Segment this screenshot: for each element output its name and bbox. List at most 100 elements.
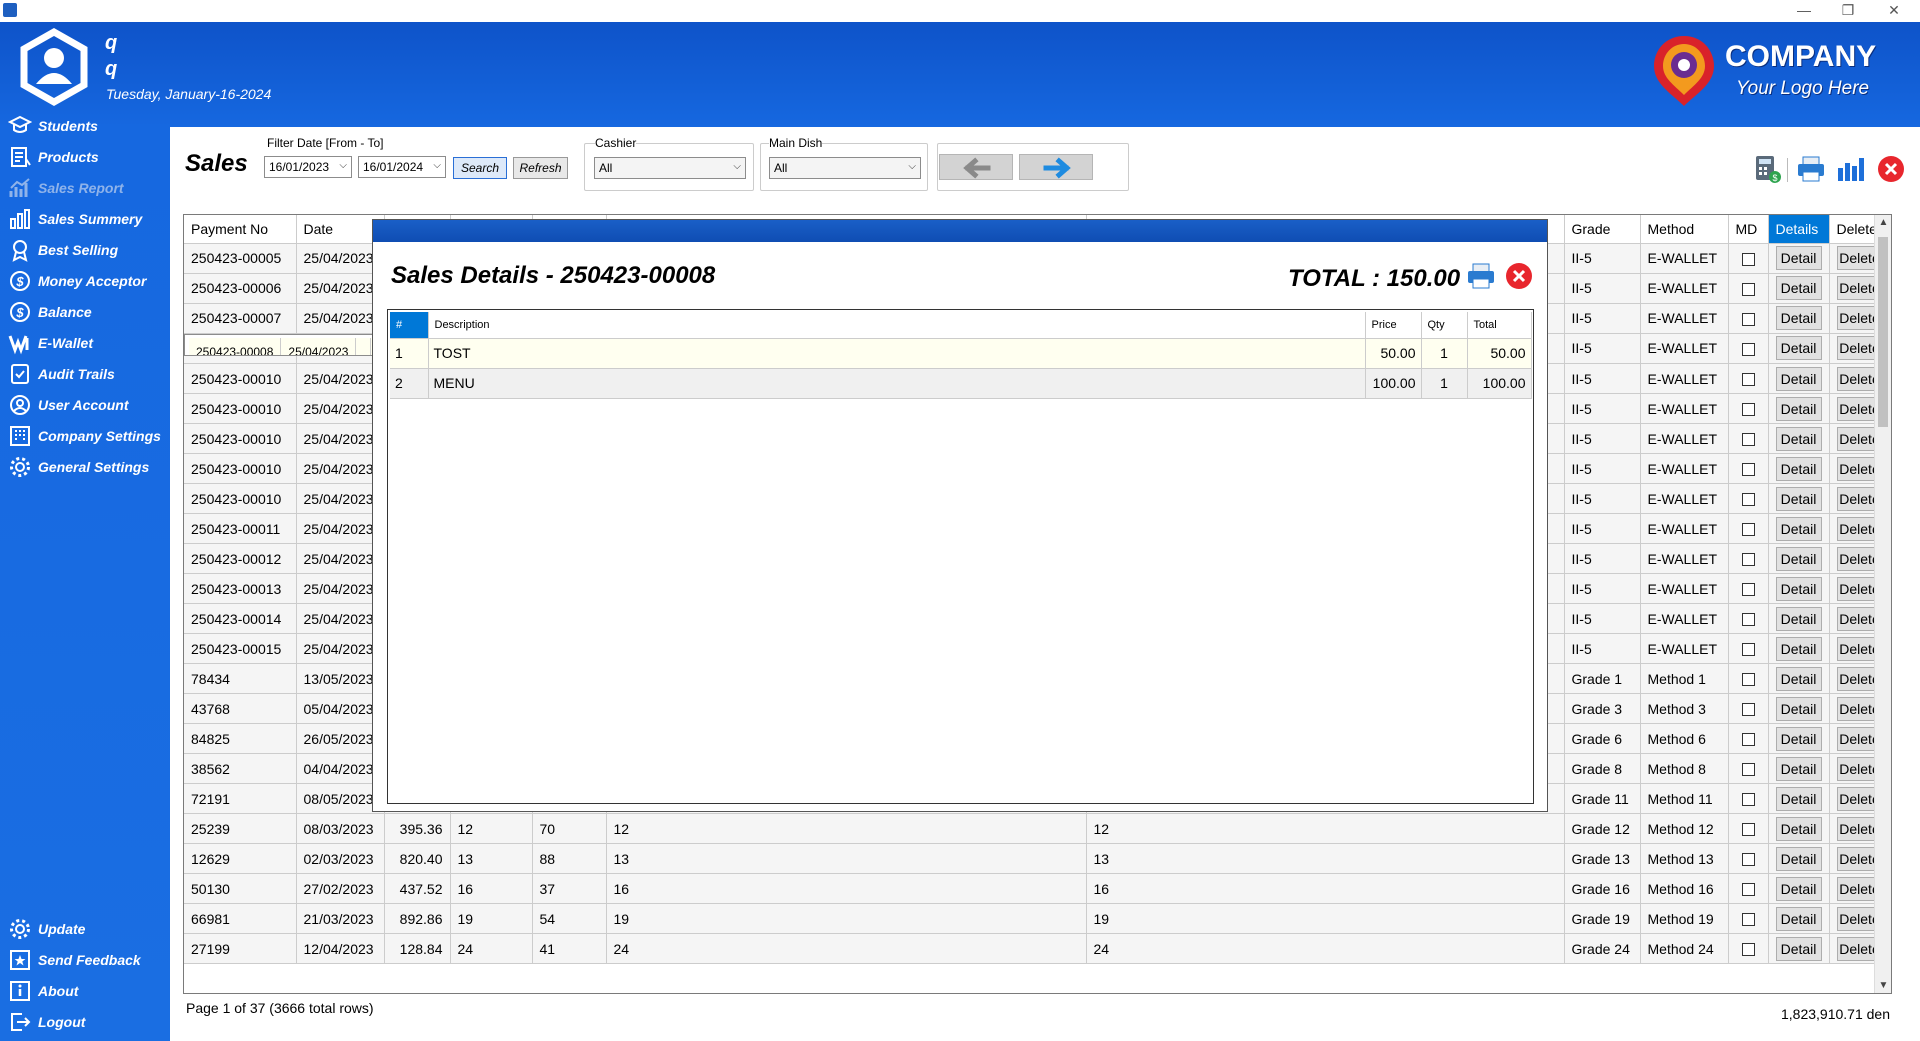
dialog-titlebar[interactable] bbox=[373, 220, 1547, 242]
md-checkbox[interactable] bbox=[1741, 913, 1755, 927]
detail-button[interactable]: Detail bbox=[1775, 366, 1822, 391]
md-checkbox[interactable] bbox=[1741, 853, 1755, 867]
sidebar-item-products[interactable]: Products bbox=[8, 144, 99, 170]
table-row[interactable]: 12629 02/03/2023 820.40 13 88 13 13 Grade 13 Met… bbox=[184, 843, 1891, 874]
table-row[interactable]: 27199 12/04/2023 128.84 24 41 24 24 Grade 24 Met… bbox=[184, 933, 1891, 964]
column-header[interactable]: Method bbox=[1640, 215, 1729, 244]
md-checkbox[interactable] bbox=[1741, 763, 1755, 777]
detail-button[interactable]: Detail bbox=[1775, 396, 1822, 421]
detail-button[interactable]: Detail bbox=[1775, 276, 1822, 300]
close-window-button[interactable]: ✕ bbox=[1872, 0, 1916, 22]
md-checkbox[interactable] bbox=[1741, 883, 1755, 897]
sidebar-item-general-settings[interactable]: General Settings bbox=[8, 454, 149, 480]
sidebar-item-user-account[interactable]: User Account bbox=[8, 392, 129, 418]
detail-column-header[interactable]: Total bbox=[1467, 312, 1532, 339]
detail-button[interactable]: Detail bbox=[1775, 696, 1822, 721]
print-icon[interactable] bbox=[1466, 262, 1496, 290]
vertical-scrollbar[interactable]: ▲ ▼ bbox=[1874, 215, 1891, 993]
next-page-button[interactable] bbox=[1019, 154, 1093, 180]
detail-button[interactable]: Detail bbox=[1775, 426, 1822, 451]
detail-button[interactable]: Detail bbox=[1775, 816, 1822, 841]
md-checkbox[interactable] bbox=[1741, 553, 1755, 567]
md-checkbox[interactable] bbox=[1741, 733, 1755, 747]
column-header[interactable]: Date bbox=[296, 215, 385, 244]
md-checkbox[interactable] bbox=[1741, 703, 1755, 717]
scrollbar-thumb[interactable] bbox=[1878, 237, 1888, 427]
md-checkbox[interactable] bbox=[1741, 943, 1755, 957]
calculator-icon[interactable]: $ bbox=[1752, 154, 1782, 184]
md-checkbox[interactable] bbox=[1741, 673, 1755, 687]
close-red-icon[interactable] bbox=[1876, 154, 1906, 184]
column-header[interactable]: MD bbox=[1728, 215, 1769, 244]
sidebar-item-sales-report[interactable]: Sales Report bbox=[8, 175, 124, 201]
sidebar-item-send-feedback[interactable]: Send Feedback bbox=[8, 947, 141, 973]
detail-button[interactable]: Detail bbox=[1775, 336, 1822, 361]
scroll-up-icon[interactable]: ▲ bbox=[1875, 217, 1891, 228]
date-from-picker[interactable]: 16/01/2023 ⌵ bbox=[264, 156, 352, 178]
detail-button[interactable]: Detail bbox=[1775, 936, 1822, 961]
detail-column-header[interactable]: Description bbox=[428, 312, 1366, 339]
detail-button[interactable]: Detail bbox=[1775, 906, 1822, 931]
restore-button[interactable]: ❐ bbox=[1826, 0, 1870, 22]
table-row[interactable]: 25239 08/03/2023 395.36 12 70 12 12 Grade 12 Met… bbox=[184, 813, 1891, 844]
sidebar-item-balance[interactable]: $ Balance bbox=[8, 299, 92, 325]
detail-button[interactable]: Detail bbox=[1775, 786, 1822, 811]
md-checkbox[interactable] bbox=[1741, 793, 1755, 807]
detail-column-header[interactable]: Price bbox=[1365, 312, 1422, 339]
sidebar-item-logout[interactable]: Logout bbox=[8, 1009, 85, 1035]
detail-button[interactable]: Detail bbox=[1775, 486, 1822, 511]
md-checkbox[interactable] bbox=[1741, 373, 1755, 387]
cashier-select[interactable]: All ⌵ bbox=[594, 157, 746, 179]
md-checkbox[interactable] bbox=[1741, 433, 1755, 447]
md-checkbox[interactable] bbox=[1741, 403, 1755, 417]
detail-column-header[interactable]: # bbox=[390, 312, 429, 339]
md-checkbox[interactable] bbox=[1741, 463, 1755, 477]
detail-button[interactable]: Detail bbox=[1775, 666, 1822, 691]
md-checkbox[interactable] bbox=[1741, 282, 1755, 296]
sidebar-item-audit-trails[interactable]: Audit Trails bbox=[8, 361, 115, 387]
md-checkbox[interactable] bbox=[1741, 583, 1755, 597]
detail-button[interactable]: Detail bbox=[1775, 516, 1822, 541]
sidebar-item-e-wallet[interactable]: E-Wallet bbox=[8, 330, 93, 356]
sidebar-item-about[interactable]: About bbox=[8, 978, 78, 1004]
detail-row[interactable]: 2 MENU 100.00 1 100.00 bbox=[390, 368, 1532, 399]
sidebar-item-students[interactable]: Students bbox=[8, 113, 98, 139]
detail-button[interactable]: Detail bbox=[1775, 456, 1822, 481]
detail-row[interactable]: 1 TOST 50.00 1 50.00 bbox=[390, 338, 1532, 369]
md-checkbox[interactable] bbox=[1741, 643, 1755, 657]
table-row[interactable]: 50130 27/02/2023 437.52 16 37 16 16 Grade 16 Met… bbox=[184, 873, 1891, 904]
md-checkbox[interactable] bbox=[1741, 523, 1755, 537]
sidebar-item-company-settings[interactable]: Company Settings bbox=[8, 423, 161, 449]
md-checkbox[interactable] bbox=[1741, 312, 1755, 326]
md-checkbox[interactable] bbox=[1741, 823, 1755, 837]
detail-button[interactable]: Detail bbox=[1775, 726, 1822, 751]
scroll-down-icon[interactable]: ▼ bbox=[1875, 980, 1891, 991]
previous-page-button[interactable] bbox=[939, 154, 1013, 180]
sidebar-item-sales-summery[interactable]: Sales Summery bbox=[8, 206, 142, 232]
sidebar-item-update[interactable]: Update bbox=[8, 916, 85, 942]
detail-button[interactable]: Detail bbox=[1775, 246, 1822, 270]
sidebar-item-best-selling[interactable]: Best Selling bbox=[8, 237, 118, 263]
chart-icon[interactable] bbox=[1835, 154, 1865, 184]
detail-button[interactable]: Detail bbox=[1775, 306, 1822, 330]
detail-button[interactable]: Detail bbox=[1775, 756, 1822, 781]
detail-button[interactable]: Detail bbox=[1775, 846, 1822, 871]
md-checkbox[interactable] bbox=[1741, 252, 1755, 266]
search-button[interactable]: Search bbox=[453, 157, 507, 179]
detail-button[interactable]: Detail bbox=[1775, 606, 1822, 631]
table-row[interactable]: 66981 21/03/2023 892.86 19 54 19 19 Grade 19 Met… bbox=[184, 903, 1891, 934]
md-checkbox[interactable] bbox=[1741, 493, 1755, 507]
refresh-button[interactable]: Refresh bbox=[513, 157, 568, 179]
sidebar-item-money-acceptor[interactable]: $ Money Acceptor bbox=[8, 268, 146, 294]
minimize-button[interactable]: — bbox=[1782, 0, 1826, 22]
print-icon[interactable] bbox=[1796, 154, 1826, 184]
column-header[interactable]: Payment No bbox=[184, 215, 297, 244]
detail-button[interactable]: Detail bbox=[1775, 876, 1822, 901]
column-header[interactable]: Details bbox=[1768, 215, 1830, 244]
detail-button[interactable]: Detail bbox=[1775, 636, 1822, 661]
md-checkbox[interactable] bbox=[1741, 343, 1755, 357]
detail-button[interactable]: Detail bbox=[1775, 576, 1822, 601]
md-checkbox[interactable] bbox=[1741, 613, 1755, 627]
detail-column-header[interactable]: Qty bbox=[1421, 312, 1468, 339]
close-dialog-icon[interactable] bbox=[1505, 262, 1533, 290]
